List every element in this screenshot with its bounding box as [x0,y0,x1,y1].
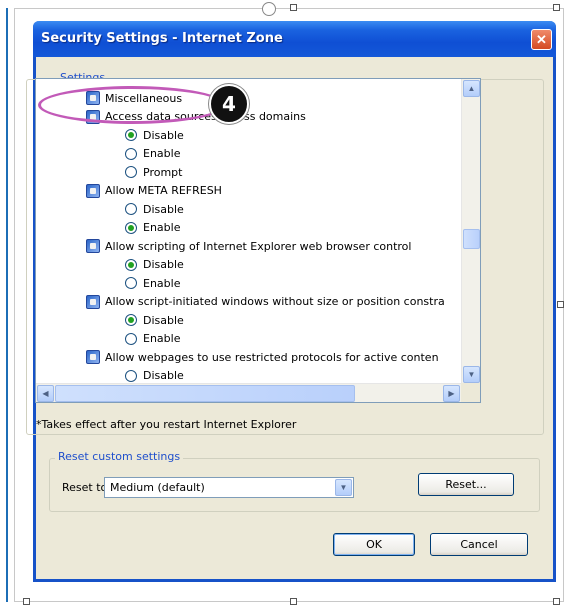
option-label: Disable [143,369,184,382]
ok-button-label: OK [366,538,382,551]
step-number-badge: 4 [209,84,249,124]
settings-option-row[interactable]: Disable [125,367,184,385]
radio-unselected-icon[interactable] [125,166,137,178]
cancel-button-label: Cancel [460,538,498,551]
category-label: Allow script-initiated windows without s… [105,295,445,308]
radio-unselected-icon[interactable] [125,147,137,160]
scroll-corner [461,383,480,402]
settings-option-row[interactable]: Enable [125,219,180,237]
scroll-left-button[interactable]: ◀ [37,385,54,402]
radio-unselected-icon[interactable] [125,332,137,345]
chevron-right-icon: ▶ [448,389,455,398]
option-label: Enable [143,332,181,345]
resize-handle-bottom-right[interactable] [553,598,560,605]
ok-button[interactable]: OK [333,533,415,556]
radio-selected-icon[interactable] [125,258,137,271]
highlight-ellipse [38,86,226,124]
radio-selected-icon[interactable] [125,314,137,326]
option-label: Enable [143,147,181,160]
reset-button[interactable]: Reset... [418,473,514,496]
step-number: 4 [222,92,236,116]
resize-handle-top[interactable] [290,4,297,11]
settings-category-row: Allow scripting of Internet Explorer web… [86,237,411,255]
settings-option-row[interactable]: Prompt [125,163,182,181]
reset-level-select[interactable]: Medium (default) ▼ [104,477,354,498]
option-label: Disable [143,128,184,142]
category-label: Allow scripting of Internet Explorer web… [105,239,412,253]
radio-unselected-icon[interactable] [125,277,137,289]
option-label: Disable [143,313,184,327]
radio-unselected-icon[interactable] [125,203,137,215]
settings-option-row[interactable]: Disable [125,126,184,144]
title-bar[interactable]: Security Settings - Internet Zone ✕ [33,21,556,57]
option-label: Prompt [143,165,183,179]
reset-level-value: Medium (default) [110,481,205,494]
horizontal-scroll-thumb[interactable] [55,385,355,402]
settings-category-row: Allow webpages to use restricted protoco… [86,348,439,366]
scroll-down-button[interactable]: ▼ [463,366,480,383]
reset-button-label: Reset... [445,478,487,491]
scroll-right-button[interactable]: ▶ [443,385,460,402]
settings-option-row[interactable]: Enable [125,330,180,348]
reset-group-label: Reset custom settings [55,450,184,463]
chevron-down-icon: ▼ [467,370,476,379]
settings-category-icon [86,239,100,253]
category-label: Allow META REFRESH [105,184,222,197]
option-label: Disable [143,258,184,271]
settings-category-row: Allow script-initiated windows without s… [86,293,445,311]
category-label: Allow webpages to use restricted protoco… [105,350,439,364]
scroll-up-button[interactable]: ▲ [463,80,480,97]
settings-option-row[interactable]: Enable [125,274,180,292]
resize-handle-top-right[interactable] [553,4,560,11]
option-label: Disable [143,202,184,216]
close-icon: ✕ [536,32,547,47]
resize-handle-right[interactable] [557,301,564,308]
cancel-button[interactable]: Cancel [430,533,528,556]
radio-selected-icon[interactable] [125,129,137,141]
horizontal-scrollbar[interactable]: ◀ ▶ [36,383,461,402]
window-title: Security Settings - Internet Zone [41,31,283,46]
settings-option-row[interactable]: Disable [125,200,184,218]
settings-category-row: Allow META REFRESH [86,182,222,200]
close-button[interactable]: ✕ [531,29,552,50]
radio-selected-icon[interactable] [125,221,137,234]
settings-category-icon [86,183,100,198]
settings-tree[interactable]: Miscellaneous Access data sources across … [35,78,481,403]
chevron-left-icon: ◀ [42,389,49,398]
settings-category-icon [86,294,100,309]
chevron-down-icon: ▼ [339,483,348,492]
rotate-handle[interactable] [262,2,276,16]
settings-option-row[interactable]: Disable [125,311,184,329]
radio-unselected-icon[interactable] [125,369,137,382]
option-label: Enable [143,276,181,290]
vertical-scrollbar[interactable]: ▲ ▼ [461,79,480,384]
settings-option-row[interactable]: Enable [125,145,180,163]
vertical-scroll-thumb[interactable] [463,229,480,249]
resize-handle-bottom[interactable] [290,598,297,605]
chevron-up-icon: ▲ [467,84,476,93]
settings-category-icon [86,350,100,364]
resize-handle-bottom-left[interactable] [23,598,30,605]
settings-option-row[interactable]: Disable [125,256,184,274]
settings-tree-content: Miscellaneous Access data sources across … [36,79,461,384]
option-label: Enable [143,221,181,234]
restart-note: *Takes effect after you restart Internet… [36,418,297,431]
page-border-line [6,8,8,602]
dropdown-button[interactable]: ▼ [335,479,352,496]
